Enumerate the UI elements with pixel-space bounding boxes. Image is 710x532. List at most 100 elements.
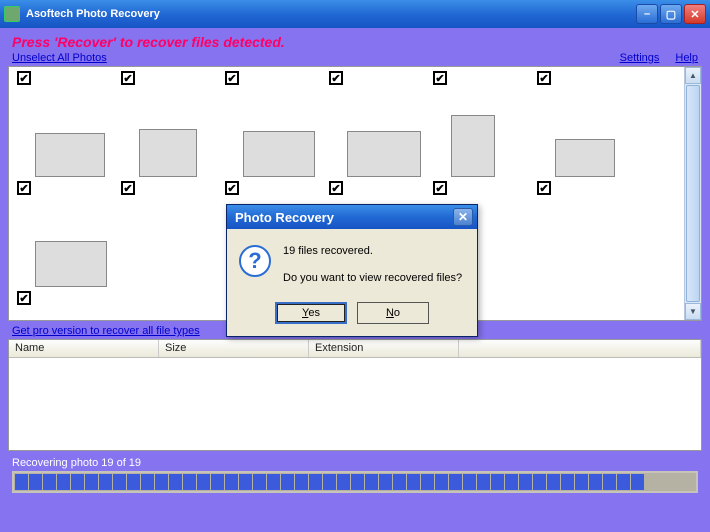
thumbnail-checkbox[interactable]: ✔ <box>17 181 31 195</box>
help-link[interactable]: Help <box>675 52 698 64</box>
progress-segment <box>127 474 140 490</box>
titlebar: Asoftech Photo Recovery – ▢ ✕ <box>0 0 710 28</box>
progress-segment <box>393 474 406 490</box>
thumbnail-image <box>35 133 105 177</box>
app-icon <box>4 6 20 22</box>
progress-segment <box>463 474 476 490</box>
progress-segment <box>491 474 504 490</box>
progress-segment <box>407 474 420 490</box>
progress-segment <box>253 474 266 490</box>
progress-segment <box>197 474 210 490</box>
link-row: Unselect All Photos Settings Help <box>12 52 698 64</box>
progress-segment <box>617 474 630 490</box>
progress-segment <box>561 474 574 490</box>
thumbnail-cell[interactable]: ✔ <box>121 95 225 195</box>
progress-segment <box>57 474 70 490</box>
thumbnail-cell[interactable]: ✔ <box>225 95 329 195</box>
dialog-line1: 19 files recovered. <box>283 243 462 260</box>
progress-segment <box>267 474 280 490</box>
progress-segment <box>155 474 168 490</box>
thumbnail-checkbox[interactable]: ✔ <box>121 181 135 195</box>
thumbnail-cell[interactable]: ✔ <box>329 95 433 195</box>
progress-segment <box>505 474 518 490</box>
thumbnail-checkbox[interactable]: ✔ <box>17 291 31 305</box>
dialog-title: Photo Recovery <box>235 210 453 225</box>
unselect-all-link[interactable]: Unselect All Photos <box>12 52 107 64</box>
thumbnail-image <box>243 131 315 177</box>
top-checkbox-4[interactable]: ✔ <box>329 71 343 85</box>
thumbnail-checkbox[interactable]: ✔ <box>433 181 447 195</box>
thumbnail-cell[interactable]: ✔ <box>17 95 121 195</box>
progress-segment <box>295 474 308 490</box>
dialog-line2: Do you want to view recovered files? <box>283 270 462 287</box>
thumbnail-image <box>451 115 495 177</box>
thumbnail-checkbox[interactable]: ✔ <box>329 181 343 195</box>
dialog-message: 19 files recovered. Do you want to view … <box>283 243 462 286</box>
progress-segment <box>15 474 28 490</box>
top-checkbox-6[interactable]: ✔ <box>537 71 551 85</box>
progress-segment <box>85 474 98 490</box>
column-name[interactable]: Name <box>9 340 159 357</box>
scroll-up-button[interactable]: ▲ <box>685 67 701 84</box>
settings-link[interactable]: Settings <box>620 52 660 64</box>
progress-segment <box>337 474 350 490</box>
thumbnail-cell[interactable]: ✔ <box>537 95 641 195</box>
close-button[interactable]: ✕ <box>684 4 706 24</box>
progress-segment <box>309 474 322 490</box>
confirm-dialog: Photo Recovery ✕ ? 19 files recovered. D… <box>226 204 478 337</box>
instruction-text: Press 'Recover' to recover files detecte… <box>12 34 702 50</box>
top-checkbox-1[interactable]: ✔ <box>17 71 31 85</box>
progress-bar <box>12 471 698 493</box>
progress-segment <box>421 474 434 490</box>
column-rest <box>459 340 701 357</box>
no-button[interactable]: No <box>357 302 429 324</box>
thumbnail-image <box>139 129 197 177</box>
file-table: Name Size Extension <box>8 339 702 451</box>
pro-version-link[interactable]: Get pro version to recover all file type… <box>12 325 200 337</box>
column-size[interactable]: Size <box>159 340 309 357</box>
window-title: Asoftech Photo Recovery <box>26 8 634 20</box>
top-checkbox-5[interactable]: ✔ <box>433 71 447 85</box>
column-extension[interactable]: Extension <box>309 340 459 357</box>
top-checkbox-2[interactable]: ✔ <box>121 71 135 85</box>
table-header: Name Size Extension <box>9 340 701 358</box>
thumbnail-image <box>555 139 615 177</box>
thumbnail-checkbox[interactable]: ✔ <box>537 181 551 195</box>
progress-segment <box>379 474 392 490</box>
progress-segment <box>169 474 182 490</box>
scrollbar[interactable]: ▲ ▼ <box>684 67 701 320</box>
minimize-button[interactable]: – <box>636 4 658 24</box>
progress-segment <box>351 474 364 490</box>
progress-segment <box>477 474 490 490</box>
progress-segment <box>225 474 238 490</box>
yes-button[interactable]: Yes <box>275 302 347 324</box>
thumbnail-image <box>35 241 107 287</box>
question-icon: ? <box>239 245 271 277</box>
progress-segment <box>113 474 126 490</box>
scroll-thumb[interactable] <box>686 85 700 302</box>
top-checkbox-3[interactable]: ✔ <box>225 71 239 85</box>
status-text: Recovering photo 19 of 19 <box>12 457 698 469</box>
dialog-titlebar: Photo Recovery ✕ <box>227 205 477 229</box>
progress-segment <box>211 474 224 490</box>
progress-segment <box>365 474 378 490</box>
thumbnail-checkbox[interactable]: ✔ <box>225 181 239 195</box>
progress-segment <box>589 474 602 490</box>
progress-segment <box>281 474 294 490</box>
progress-segment <box>239 474 252 490</box>
progress-segment <box>29 474 42 490</box>
progress-segment <box>43 474 56 490</box>
maximize-button[interactable]: ▢ <box>660 4 682 24</box>
progress-segment <box>323 474 336 490</box>
progress-segment <box>547 474 560 490</box>
scroll-down-button[interactable]: ▼ <box>685 303 701 320</box>
progress-segment <box>631 474 644 490</box>
dialog-close-button[interactable]: ✕ <box>453 208 473 226</box>
progress-segment <box>449 474 462 490</box>
progress-segment <box>533 474 546 490</box>
progress-segment <box>141 474 154 490</box>
thumbnail-cell[interactable]: ✔ <box>433 95 537 195</box>
progress-segment <box>435 474 448 490</box>
progress-segment <box>519 474 532 490</box>
thumbnail-cell[interactable]: ✔ <box>17 205 121 305</box>
